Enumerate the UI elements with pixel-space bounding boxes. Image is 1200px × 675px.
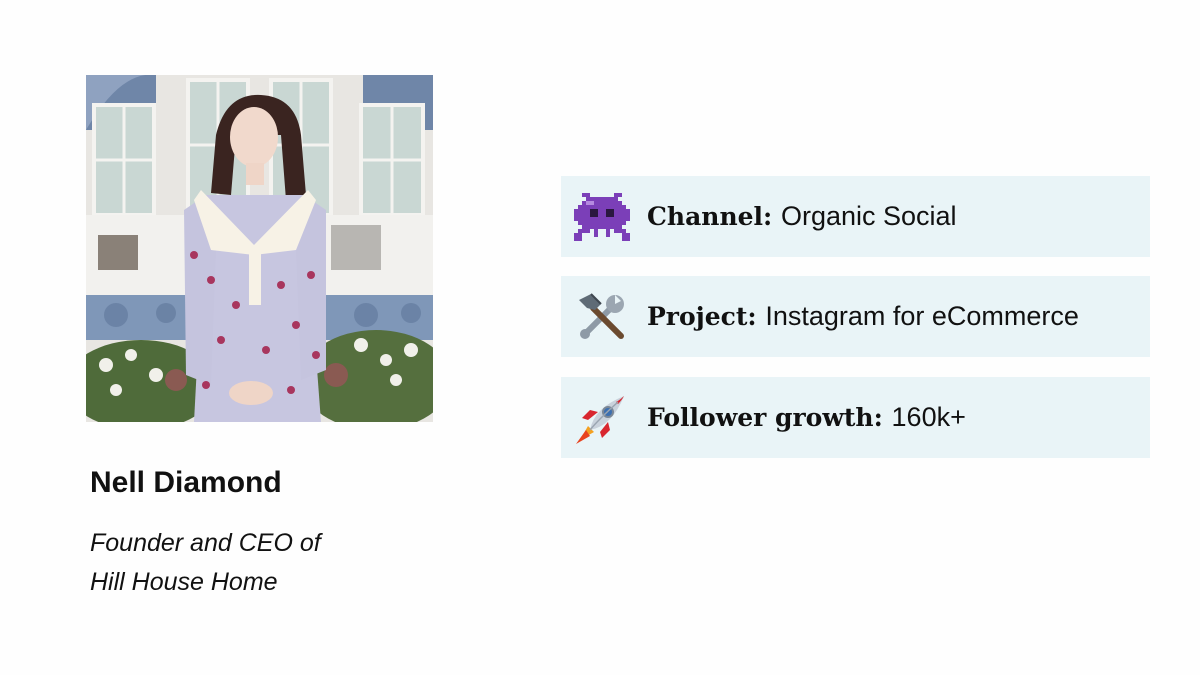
profile-name: Nell Diamond <box>90 466 282 499</box>
stat-card-channel: Channel: Organic Social <box>561 176 1150 257</box>
stat-channel-label: Channel: <box>647 202 781 231</box>
stat-card-project: Project: Instagram for eCommerce <box>561 276 1150 357</box>
rocket-icon <box>573 389 631 447</box>
stat-follower-growth-value: 160k+ <box>891 402 966 432</box>
stat-follower-growth-text: Follower growth: 160k+ <box>647 402 966 433</box>
profile-photo <box>86 75 433 422</box>
stat-channel-value: Organic Social <box>780 201 957 231</box>
profile-role: Founder and CEO of Hill House Home <box>90 524 321 602</box>
stat-project-value: Instagram for eCommerce <box>765 301 1079 331</box>
profile-role-line-2: Hill House Home <box>90 568 278 596</box>
stat-follower-growth-label: Follower growth: <box>647 403 892 432</box>
stat-channel-text: Channel: Organic Social <box>647 201 957 232</box>
hammer-and-wrench-icon <box>573 288 631 346</box>
alien-monster-icon <box>573 188 631 246</box>
profile-role-line-1: Founder and CEO of <box>90 529 321 557</box>
stat-project-text: Project: Instagram for eCommerce <box>647 301 1079 332</box>
stat-card-follower-growth: Follower growth: 160k+ <box>561 377 1150 458</box>
stat-project-label: Project: <box>647 302 766 331</box>
